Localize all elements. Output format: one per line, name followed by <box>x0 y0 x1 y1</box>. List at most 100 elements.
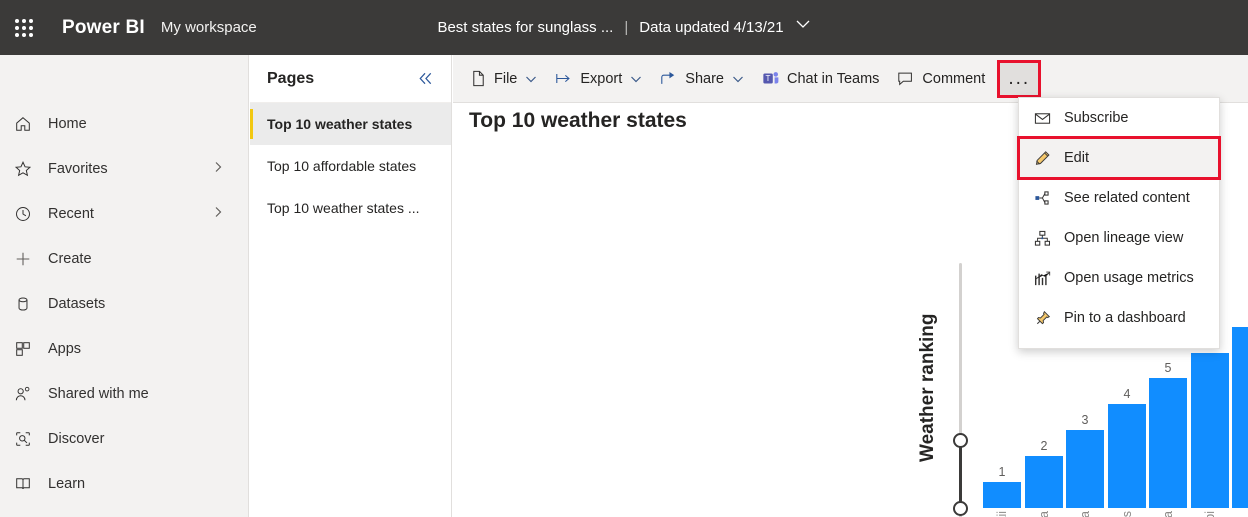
menu-item-open-usage-metrics[interactable]: Open usage metrics <box>1019 258 1219 298</box>
book-icon <box>14 475 48 493</box>
menu-item-open-lineage-view[interactable]: Open lineage view <box>1019 218 1219 258</box>
sidebar-item-learn[interactable]: Learn <box>0 461 248 506</box>
chevron-down-icon <box>630 73 642 85</box>
hamburger-icon[interactable] <box>0 55 56 101</box>
x-axis-label: Alabama <box>1244 511 1248 517</box>
slider-handle-bottom[interactable] <box>953 501 968 516</box>
menu-item-label: Edit <box>1064 150 1089 166</box>
more-options-button[interactable]: ... <box>1000 63 1038 95</box>
page-item-top-10-affordable-states[interactable]: Top 10 affordable states <box>250 145 451 187</box>
bar-rect[interactable] <box>1025 456 1063 508</box>
app-launcher-icon[interactable] <box>0 0 48 55</box>
workspace-name[interactable]: My workspace <box>161 19 257 36</box>
sidebar-item-favorites[interactable]: Favorites <box>0 146 248 191</box>
x-axis-label: Louisiana <box>1078 511 1092 517</box>
bar-rect[interactable] <box>1191 353 1229 508</box>
y-axis-title: Weather ranking <box>915 283 941 493</box>
bar-rect[interactable] <box>1108 404 1146 508</box>
menu-item-label: Open usage metrics <box>1064 270 1194 286</box>
discover-icon <box>14 430 48 448</box>
lineage-icon <box>1033 230 1051 247</box>
pages-pane-title: Pages <box>267 70 314 88</box>
menu-item-see-related-content[interactable]: See related content <box>1019 178 1219 218</box>
page-item-label: Top 10 affordable states <box>267 158 416 174</box>
comment-button-label: Comment <box>922 71 985 87</box>
chat-in-teams-label: Chat in Teams <box>787 71 879 87</box>
menu-item-subscribe[interactable]: Subscribe <box>1019 98 1219 138</box>
menu-item-label: Pin to a dashboard <box>1064 310 1186 326</box>
sidebar-item-home[interactable]: Home <box>0 101 248 146</box>
file-button[interactable]: File <box>461 61 546 97</box>
plus-icon <box>14 250 48 268</box>
sidebar-item-create[interactable]: Create <box>0 236 248 281</box>
menu-item-edit[interactable]: Edit <box>1019 138 1219 178</box>
bar-rect[interactable] <box>983 482 1021 508</box>
sidebar-item-label: Create <box>48 251 92 267</box>
page-item-top-10-weather-states-2[interactable]: Top 10 weather states ... <box>250 187 451 229</box>
chevron-right-icon[interactable] <box>212 160 224 178</box>
x-axis-label: Texas <box>1120 511 1134 517</box>
chevron-down-icon <box>732 73 744 85</box>
more-options-icon: ... <box>1008 74 1030 84</box>
chat-in-teams-button[interactable]: T Chat in Teams <box>753 61 888 97</box>
bar-data-label: 1 <box>983 465 1021 479</box>
title-separator: | <box>624 19 628 36</box>
bar-data-label: 2 <box>1025 439 1063 453</box>
x-axis-label: Mississippi <box>1203 511 1217 517</box>
bar-data-label: 4 <box>1108 387 1146 401</box>
svg-text:T: T <box>766 74 771 83</box>
brand-title[interactable]: Power BI <box>62 17 145 39</box>
home-icon <box>14 115 48 133</box>
sidebar-item-label: Shared with me <box>48 386 149 402</box>
sidebar-item-shared-with-me[interactable]: Shared with me <box>0 371 248 416</box>
teams-icon: T <box>762 70 780 87</box>
envelope-icon <box>1033 110 1051 127</box>
sidebar-item-label: Learn <box>48 476 85 492</box>
pages-pane-header: Pages <box>250 55 451 103</box>
comment-button[interactable]: Comment <box>888 61 994 97</box>
file-button-label: File <box>494 71 517 87</box>
export-icon <box>555 70 573 87</box>
clock-icon <box>14 205 48 223</box>
related-icon <box>1033 190 1051 207</box>
x-axis-category-labels: HawaiiFloridaLouisianaTexasGeorgiaMissis… <box>983 511 1248 517</box>
pencil-icon <box>1033 150 1051 167</box>
left-navigation-pane: Home Favorites Recent Create <box>0 55 249 517</box>
share-button[interactable]: Share <box>651 61 753 97</box>
report-title[interactable]: Best states for sunglass ... <box>437 19 613 36</box>
bar-rect[interactable] <box>1066 430 1104 508</box>
power-bi-report-view: Power BI My workspace Best states for su… <box>0 0 1248 517</box>
chevron-right-icon[interactable] <box>212 205 224 223</box>
pin-icon <box>1033 310 1051 327</box>
sidebar-item-apps[interactable]: Apps <box>0 326 248 371</box>
chevron-down-icon[interactable] <box>795 16 811 37</box>
share-icon <box>660 70 678 87</box>
sidebar-item-recent[interactable]: Recent <box>0 191 248 236</box>
sidebar-item-label: Home <box>48 116 87 132</box>
sidebar-item-discover[interactable]: Discover <box>0 416 248 461</box>
file-icon <box>470 70 487 87</box>
vertical-range-slider[interactable] <box>953 263 967 517</box>
page-item-label: Top 10 weather states <box>267 116 412 132</box>
slider-handle-top[interactable] <box>953 433 968 448</box>
double-chevron-left-icon[interactable] <box>416 69 435 88</box>
comment-icon <box>897 70 915 87</box>
usage-chart-icon <box>1033 270 1051 287</box>
share-button-label: Share <box>685 71 724 87</box>
bar-rect[interactable] <box>1232 327 1248 508</box>
sidebar-item-datasets[interactable]: Datasets <box>0 281 248 326</box>
chevron-down-icon <box>525 73 537 85</box>
slider-fill <box>959 440 962 508</box>
page-item-top-10-weather-states[interactable]: Top 10 weather states <box>250 103 451 145</box>
sidebar-item-label: Datasets <box>48 296 105 312</box>
export-button[interactable]: Export <box>546 61 651 97</box>
people-icon <box>14 385 48 403</box>
bar-rect[interactable] <box>1149 378 1187 508</box>
menu-item-pin-to-a-dashboard[interactable]: Pin to a dashboard <box>1019 298 1219 338</box>
bar-data-label: 3 <box>1066 413 1104 427</box>
data-updated-label[interactable]: Data updated 4/13/21 <box>639 19 783 36</box>
database-icon <box>14 295 48 313</box>
export-button-label: Export <box>580 71 622 87</box>
bar-data-label: 5 <box>1149 361 1187 375</box>
x-axis-label: Florida <box>1037 511 1051 517</box>
